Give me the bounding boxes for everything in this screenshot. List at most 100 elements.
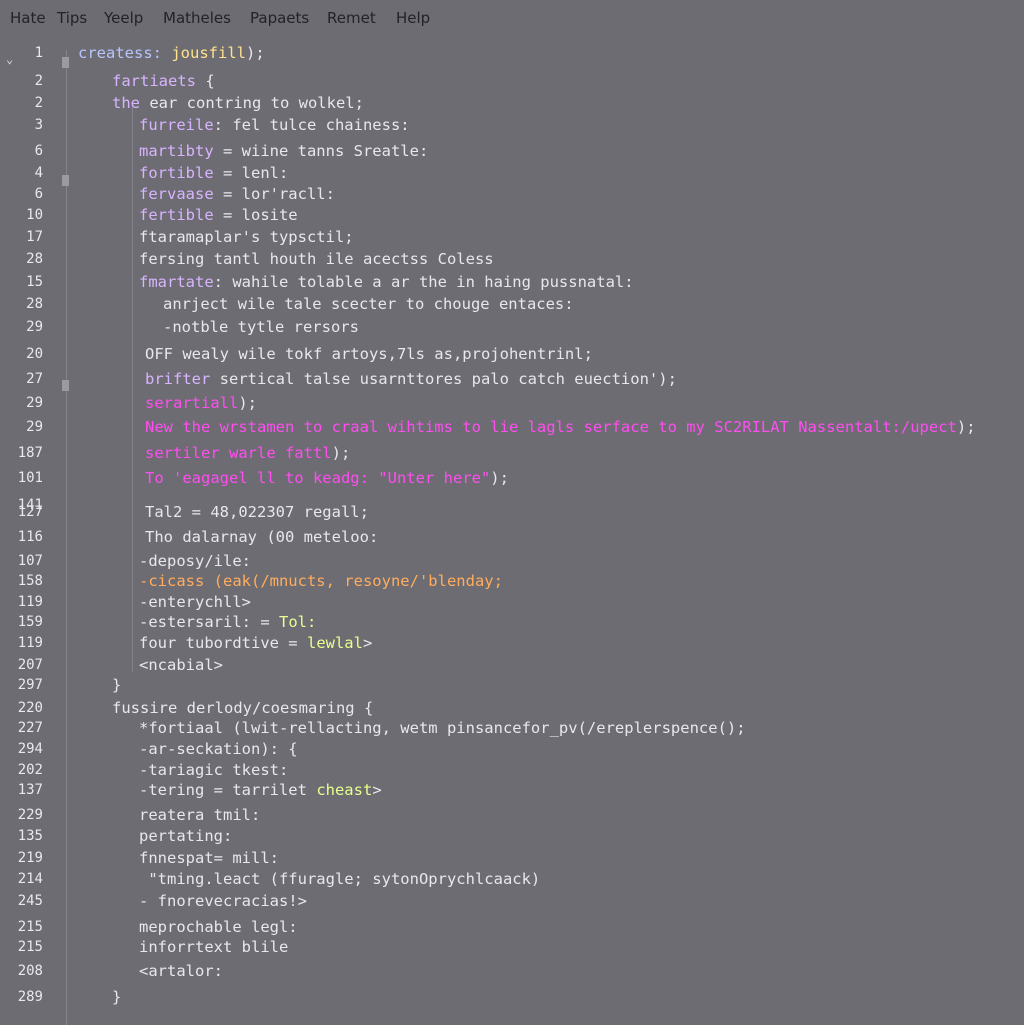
code-line[interactable]: 28 anrject wile tale scecter to chouge en…	[0, 293, 1024, 315]
code-text: brifter sertical talse usarnttores palo …	[145, 370, 677, 388]
code-line[interactable]: 297}	[0, 674, 1024, 696]
code-line[interactable]: 29 serartiall);	[0, 392, 1024, 414]
code-token: inforrtext blile	[139, 938, 289, 956]
code-token: sertiler warle fattl	[145, 444, 332, 462]
code-line[interactable]: 187 sertiler warle fattl);	[0, 442, 1024, 464]
code-line[interactable]: 214 "tming.leact (ffuragle; sytonOprychl…	[0, 868, 1024, 890]
code-text: -ar-seckation): {	[139, 740, 298, 758]
code-line[interactable]: 1 createss: jousfill);	[0, 42, 1024, 64]
code-line[interactable]: 4 fortible = lenl:	[0, 162, 1024, 184]
line-number: 29	[26, 419, 43, 435]
code-line[interactable]: 17 ftaramaplar's typsctil;	[0, 226, 1024, 248]
code-text: fmartate: wahile tolable a ar the in hai…	[139, 273, 634, 291]
code-line[interactable]: 29 New the wrstamen to craal wihtims to l…	[0, 416, 1024, 438]
code-token: brifter	[145, 370, 211, 388]
menu-item[interactable]: Hate	[10, 9, 46, 27]
code-line[interactable]: 137 -tering = tarrilet cheast>	[0, 779, 1024, 801]
code-line[interactable]: 229 reatera tmil:	[0, 804, 1024, 826]
code-token: <ncabial>	[139, 656, 223, 674]
code-line[interactable]: 2 fartiaets {	[0, 70, 1024, 92]
code-line[interactable]: 116 Tho dalarnay (00 meteloo:	[0, 526, 1024, 548]
code-token: New the wrstamen to craal wihtims to lie…	[145, 418, 957, 436]
code-token: }	[112, 988, 122, 1006]
code-token: );	[238, 394, 257, 412]
code-line[interactable]: 6 fervaase = lor'racll:	[0, 183, 1024, 205]
line-number: 158	[17, 573, 43, 589]
code-text: fertible = losite	[139, 206, 298, 224]
line-number: 215	[17, 919, 43, 935]
code-token: four tubordtive =	[139, 634, 307, 652]
code-text: fersing tantl houth ile acectss Coless	[139, 250, 494, 268]
code-line[interactable]: 119 four tubordtive = lewlal>	[0, 632, 1024, 654]
line-number: 187	[17, 445, 43, 461]
code-line[interactable]: 27 brifter sertical talse usarnttores pal…	[0, 368, 1024, 390]
line-number: 294	[17, 741, 43, 757]
menu-item[interactable]: Matheles	[163, 9, 231, 27]
code-text: -notble tytle rersors	[163, 318, 359, 336]
line-number: 29	[26, 319, 43, 335]
code-line[interactable]: 202 -tariagic tkest:	[0, 759, 1024, 781]
code-text: fervaase = lor'racll:	[139, 185, 335, 203]
line-number: 220	[17, 700, 43, 716]
code-line[interactable]: 127 Tal2 = 48,022307 regall;	[0, 501, 1024, 523]
code-text: anrject wile tale scecter to chouge enta…	[163, 295, 574, 313]
code-line[interactable]: 10 fertible = losite	[0, 204, 1024, 226]
menu-item[interactable]: Tips	[57, 9, 87, 27]
code-token: -deposy/ile:	[139, 552, 251, 570]
code-token: );	[331, 444, 351, 462]
code-line[interactable]: 2 the ear contring to wolkel;	[0, 92, 1024, 114]
code-line[interactable]: 159 -estersaril: = Tol:	[0, 611, 1024, 633]
code-line[interactable]: 107 -deposy/ile:	[0, 550, 1024, 572]
line-number: 2	[34, 95, 43, 111]
code-line[interactable]: 215 inforrtext blile	[0, 936, 1024, 958]
code-token: serartiall	[145, 394, 239, 412]
code-line[interactable]: 294 -ar-seckation): {	[0, 738, 1024, 760]
code-line[interactable]: 219 fnnespat= mill:	[0, 847, 1024, 869]
code-line[interactable]: 158 -cicass (eak(/mnucts, resoyne/'blenda…	[0, 570, 1024, 592]
code-line[interactable]: 208 <artalor:	[0, 960, 1024, 982]
menu-item[interactable]: Yeelp	[104, 9, 143, 27]
code-text: <artalor:	[139, 962, 223, 980]
code-text: Tho dalarnay (00 meteloo:	[145, 528, 378, 546]
code-line[interactable]: 101 To 'eagagel ll to keadg: "Unter here"…	[0, 467, 1024, 489]
code-token: fmartate	[139, 273, 214, 291]
code-token: : fel tulce chainess:	[213, 116, 410, 134]
code-text: OFF wealy wile tokf artoys,7ls as,projoh…	[145, 345, 593, 363]
code-text: }	[112, 988, 121, 1006]
menu-item[interactable]: Remet	[327, 9, 376, 27]
code-token: }	[112, 676, 122, 694]
code-line[interactable]: 245 - fnorevecracias!>	[0, 890, 1024, 912]
code-line[interactable]: 15 fmartate: wahile tolable a ar the in h…	[0, 271, 1024, 293]
line-number: 208	[17, 963, 43, 979]
code-text: inforrtext blile	[139, 938, 288, 956]
line-number: 297	[17, 677, 43, 693]
code-line[interactable]: 6 martibty = wiine tanns Sreatle:	[0, 140, 1024, 162]
code-line[interactable]: 215 meprochable legl:	[0, 916, 1024, 938]
code-line[interactable]: 289}	[0, 986, 1024, 1008]
code-text: fortible = lenl:	[139, 164, 288, 182]
code-token: fertible	[139, 206, 214, 224]
code-text: <ncabial>	[139, 656, 223, 674]
code-token: pertating:	[139, 827, 233, 845]
code-text: - fnorevecracias!>	[139, 892, 307, 910]
code-line[interactable]: 135 pertating:	[0, 825, 1024, 847]
code-token: : wahile tolable a ar the in haing pussn…	[213, 273, 634, 291]
code-token: Tal2 = 48,022307 regall;	[145, 503, 369, 521]
menu-item[interactable]: Papaets	[250, 9, 309, 27]
code-token: "tming.leact (ffuragle; sytonOprychlcaac…	[139, 870, 541, 888]
code-line[interactable]: 220 fussire derlody/coesmaring {	[0, 697, 1024, 719]
code-token: -tariagic tkest:	[139, 761, 289, 779]
code-line[interactable]: 20 OFF wealy wile tokf artoys,7ls as,proj…	[0, 343, 1024, 365]
code-line[interactable]: 227 *fortiaal (lwit-rellacting, wetm pins…	[0, 717, 1024, 739]
code-line[interactable]: 28 fersing tantl houth ile acectss Coless	[0, 248, 1024, 270]
menu-item[interactable]: Help	[396, 9, 430, 27]
code-line[interactable]: 207 <ncabial>	[0, 654, 1024, 676]
code-text: "tming.leact (ffuragle; sytonOprychlcaac…	[139, 870, 540, 888]
code-line[interactable]: 3 furreile: fel tulce chainess:	[0, 114, 1024, 136]
code-line[interactable]: 119 -enterychll>	[0, 591, 1024, 613]
line-number: 6	[34, 186, 43, 202]
line-number: 202	[17, 762, 43, 778]
code-line[interactable]: 29 -notble tytle rersors	[0, 316, 1024, 338]
line-number: 116	[17, 529, 43, 545]
code-editor[interactable]: ⌄ 1 createss: jousfill); 2 fartiaets {2 the …	[0, 40, 1024, 1025]
